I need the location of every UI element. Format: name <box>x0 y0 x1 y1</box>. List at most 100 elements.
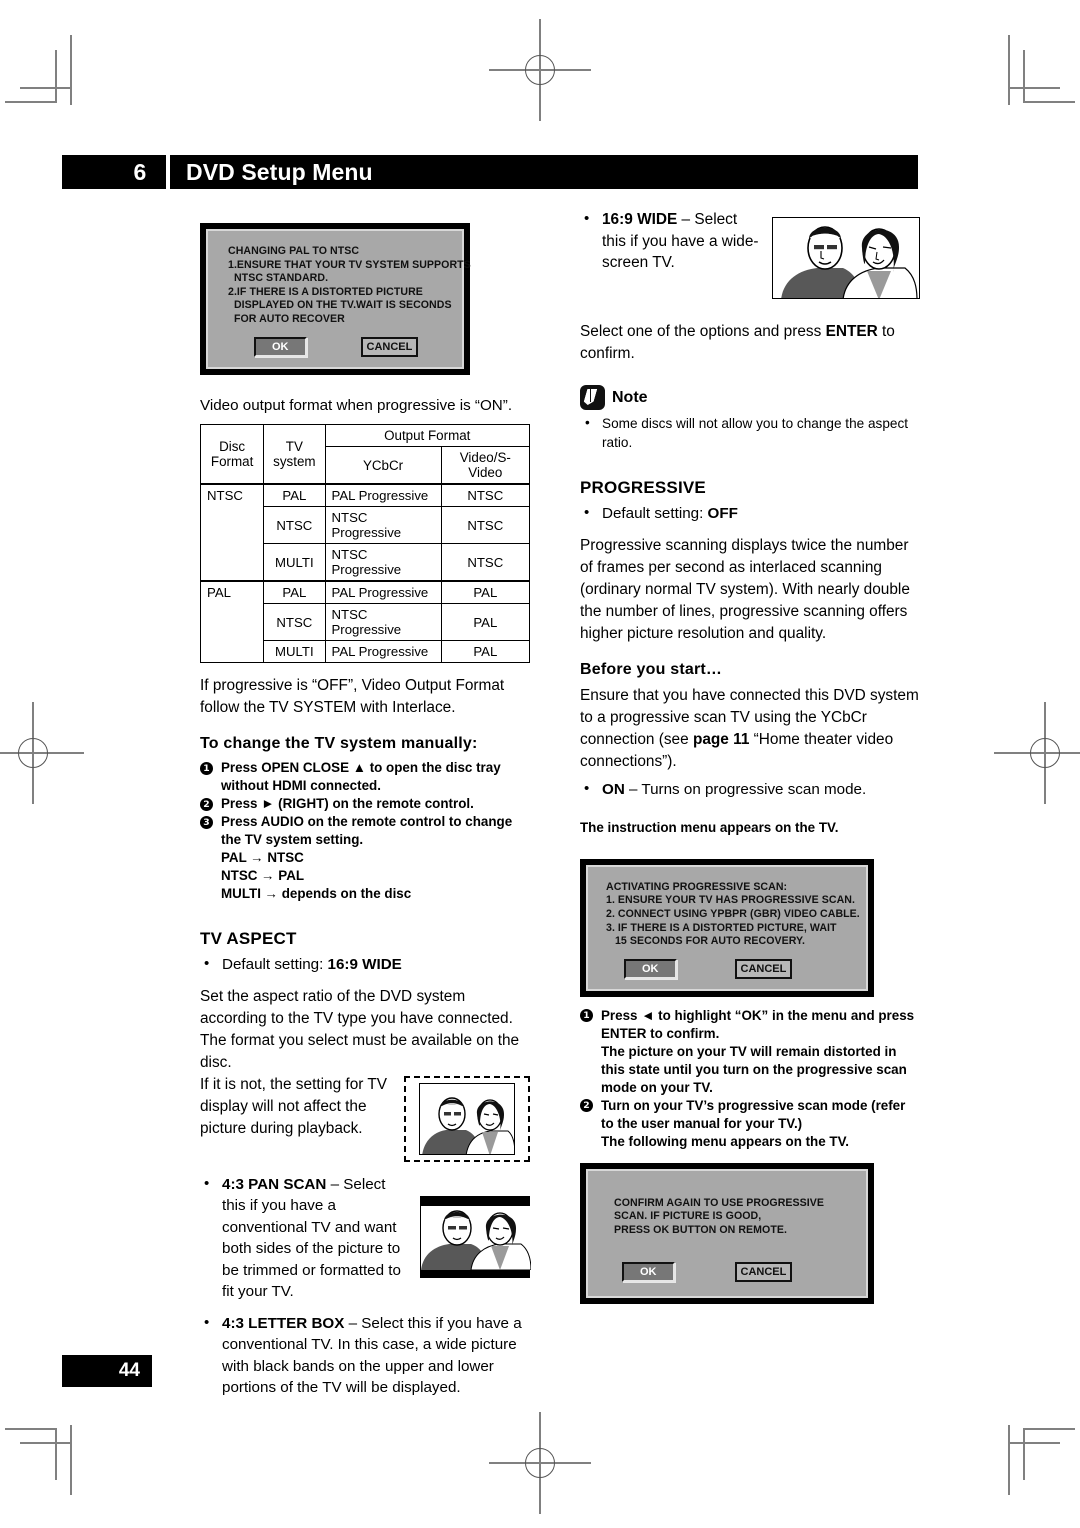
list-item: 2 Turn on your TV’s progressive scan mod… <box>580 1097 920 1151</box>
enter-keyword: ENTER <box>825 323 878 340</box>
dialog-line: 2. CONNECT USING YPBPR (GBR) VIDEO CABLE… <box>606 907 860 920</box>
pan-scan-bullet: 4:3 PAN SCAN – Select this if you have a… <box>200 1173 530 1303</box>
tv-dialog-confirm-progressive: CONFIRM AGAIN TO USE PROGRESSIVE SCAN. I… <box>580 1162 874 1304</box>
cell-tv-system: NTSC <box>263 506 326 545</box>
cell-tv-system: PAL <box>263 580 326 605</box>
tv-dialog-activating-progressive: ACTIVATING PROGRESSIVE SCAN: 1. ENSURE Y… <box>580 858 874 997</box>
cancel-button[interactable]: CANCEL <box>734 1261 793 1282</box>
mapping-line: PAL → NTSC <box>221 850 304 866</box>
pencil-icon <box>580 385 605 410</box>
cell-ycbcr: PAL Progressive <box>324 580 442 605</box>
registration-mark-bottom <box>489 1412 591 1514</box>
note-title: Note <box>612 388 648 406</box>
default-setting-label: Default setting: <box>602 505 708 522</box>
tv-aspect-image-wide-dashed <box>404 1075 530 1162</box>
cell-video: NTSC <box>440 483 531 508</box>
header-disc-format: Disc Format <box>199 424 265 485</box>
dialog-line: 15 SECONDS FOR AUTO RECOVERY. <box>606 935 805 948</box>
cell-ycbcr: NTSC Progressive <box>324 603 442 642</box>
step-text: Press ► (RIGHT) on the remote control. <box>221 796 474 812</box>
ok-button[interactable]: OK <box>624 958 677 979</box>
cancel-button[interactable]: CANCEL <box>734 958 793 979</box>
cell-ycbcr: PAL Progressive <box>324 640 442 664</box>
cell-ycbcr: NTSC Progressive <box>324 543 442 582</box>
page-title: DVD Setup Menu <box>186 159 373 185</box>
step-text: Turn on your TV’s progressive scan mode … <box>601 1097 906 1131</box>
progressive-steps-list: 1 Press ◄ to highlight “OK” in the menu … <box>580 1007 920 1151</box>
table-intro-text: Video output format when progressive is … <box>200 396 513 414</box>
select-confirm-pre: Select one of the options and press <box>580 323 826 340</box>
instruction-menu-caption: The instruction menu appears on the TV. <box>580 820 839 836</box>
list-item: 2 Press ► (RIGHT) on the remote control. <box>200 795 530 813</box>
on-text: – Turns on progressive scan mode. <box>624 780 867 798</box>
letter-box-label: 4:3 LETTER BOX <box>222 1314 345 1332</box>
header-disc-format-line2: Format <box>210 454 254 470</box>
cell-ycbcr: PAL Progressive <box>324 483 442 508</box>
dialog-line: SCAN. IF PICTURE IS GOOD, <box>614 1210 762 1223</box>
table-header-row: Disc Format TV system Output Format <box>199 424 530 485</box>
note-text: Some discs will not allow you to change … <box>580 413 920 452</box>
header-tv-system-line1: TV <box>285 439 303 455</box>
step-number: 1 <box>580 1009 593 1023</box>
wide-screen-bullet: 16:9 WIDE – Select this if you have a wi… <box>580 208 920 274</box>
right-column: 16:9 WIDE – Select this if you have a wi… <box>580 208 920 1304</box>
list-item: 1 Press ◄ to highlight “OK” in the menu … <box>580 1007 920 1097</box>
dialog-line: 3. IF THERE IS A DISTORTED PICTURE, WAIT <box>606 921 837 934</box>
wide-label: 16:9 WIDE <box>602 211 678 228</box>
cell-tv-system: PAL <box>263 483 326 508</box>
dialog-line: CHANGING PAL TO NTSC <box>228 245 360 257</box>
page-content: 6 DVD Setup Menu CHANGING PAL TO NTSC 1.… <box>62 155 920 1415</box>
note-block: Note Some discs will not allow you to ch… <box>580 385 920 452</box>
registration-mark-top <box>489 19 591 121</box>
progressive-heading: PROGRESSIVE <box>580 478 706 497</box>
dialog-line: ACTIVATING PROGRESSIVE SCAN: <box>606 880 788 893</box>
cell-video: NTSC <box>440 506 531 545</box>
dialog-line: NTSC STANDARD. <box>228 272 329 285</box>
header-tv-system: TV system <box>263 424 326 485</box>
dialog-line: PRESS OK BUTTON ON REMOTE. <box>614 1223 787 1236</box>
header-disc-format-line1: Disc <box>219 439 246 455</box>
ok-button[interactable]: OK <box>622 1261 675 1282</box>
header-ycbcr: YCbCr <box>324 446 442 485</box>
cell-tv-system: MULTI <box>263 543 326 582</box>
header-separator <box>166 155 170 189</box>
dialog-buttons: OK CANCEL <box>228 336 452 357</box>
tv-aspect-heading: TV ASPECT <box>200 929 297 949</box>
cell-tv-system: MULTI <box>263 640 326 664</box>
cell-ycbcr: NTSC Progressive <box>324 506 442 545</box>
ok-button[interactable]: OK <box>254 336 307 357</box>
dialog-line: 2.IF THERE IS A DISTORTED PICTURE <box>228 285 423 298</box>
cell-video: NTSC <box>440 543 531 582</box>
pan-scan-label: 4:3 PAN SCAN <box>222 1175 327 1193</box>
dialog-buttons: OK CANCEL <box>606 958 856 979</box>
dialog-line: 1.ENSURE THAT YOUR TV SYSTEM SUPPORTS <box>228 258 471 271</box>
pan-scan-text: – Select this if you have a conventional… <box>222 1175 401 1301</box>
page-reference: page 11 <box>692 730 750 748</box>
cancel-button[interactable]: CANCEL <box>360 336 419 357</box>
default-setting-value: 16:9 WIDE <box>327 956 402 974</box>
registration-mark-left <box>0 702 84 804</box>
mapping-line: MULTI → depends on the disc <box>221 886 412 902</box>
header-tv-system-line2: system <box>273 454 316 470</box>
select-confirm-text: Select one of the options and press ENTE… <box>580 321 920 365</box>
step-text: Press OPEN CLOSE ▲ to open the disc tray… <box>221 760 501 794</box>
mapping-line: NTSC → PAL <box>221 868 305 884</box>
registration-mark-right <box>994 702 1080 804</box>
list-item: 1 Press OPEN CLOSE ▲ to open the disc tr… <box>200 759 530 795</box>
chapter-header: 6 DVD Setup Menu <box>62 155 918 189</box>
letter-box-bullet: 4:3 LETTER BOX – Select this if you have… <box>200 1312 530 1399</box>
cell-video: PAL <box>440 580 531 605</box>
on-label: ON <box>602 780 625 798</box>
table-row: NTSC PAL PAL Progressive NTSC <box>199 483 531 582</box>
before-you-start-heading: Before you start… <box>580 660 723 678</box>
default-setting-label: Default setting: <box>222 956 328 974</box>
step-number: 3 <box>200 815 213 829</box>
dialog-line: DISPLAYED ON THE TV.WAIT IS SECONDS <box>228 299 452 312</box>
dialog-line: FOR AUTO RECOVER <box>228 312 345 325</box>
tv-aspect-default: Default setting: 16:9 WIDE <box>200 953 530 976</box>
tv-dialog-pal-to-ntsc: CHANGING PAL TO NTSC 1.ENSURE THAT YOUR … <box>200 223 471 375</box>
list-item: 3 Press AUDIO on the remote control to c… <box>200 813 530 903</box>
header-video-svideo: Video/S-Video <box>440 446 531 485</box>
cell-disc-format: NTSC <box>199 483 265 582</box>
manual-change-heading: To change the TV system manually: <box>200 735 478 753</box>
